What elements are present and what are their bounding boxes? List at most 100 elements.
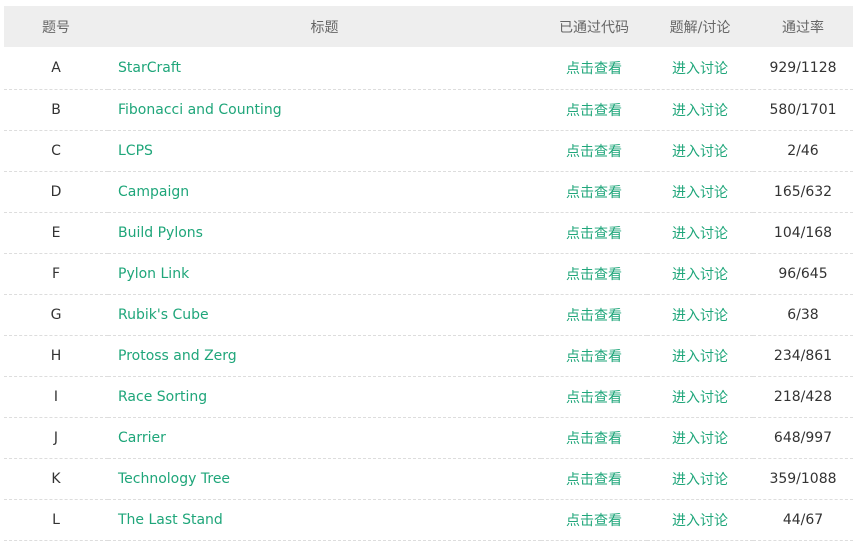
table-row: K Technology Tree 点击查看 进入讨论 359/1088 [4,458,853,499]
pass-rate: 6/38 [787,306,819,323]
discussion-cell: 进入讨论 [647,376,753,417]
problem-id: C [51,142,61,159]
problem-title-link[interactable]: LCPS [118,143,153,159]
table-row: B Fibonacci and Counting 点击查看 进入讨论 580/1701 [4,89,853,130]
problem-id: L [52,511,60,528]
pass-rate: 104/168 [773,224,833,241]
table-row: L The Last Stand 点击查看 进入讨论 44/67 [4,499,853,540]
problem-title-link[interactable]: Technology Tree [118,471,230,487]
problem-id: B [51,101,61,118]
view-code-link[interactable]: 点击查看 [566,472,622,488]
pass-rate: 929/1128 [769,59,837,76]
enter-discussion-link[interactable]: 进入讨论 [672,472,728,488]
problem-title-link[interactable]: StarCraft [118,60,181,76]
view-code-link[interactable]: 点击查看 [566,308,622,324]
problem-title-cell: The Last Stand [108,499,541,540]
problem-id: J [53,429,59,446]
problem-list: 题号 标题 已通过代码 题解/讨论 通过率 A StarCraft 点击查看 进入讨论… [4,6,853,541]
enter-discussion-link[interactable]: 进入讨论 [672,185,728,201]
accepted-code-cell: 点击查看 [541,89,647,130]
discussion-cell: 进入讨论 [647,458,753,499]
accepted-code-cell: 点击查看 [541,417,647,458]
discussion-cell: 进入讨论 [647,212,753,253]
table-row: I Race Sorting 点击查看 进入讨论 218/428 [4,376,853,417]
pass-rate: 96/645 [778,265,828,282]
problem-title-link[interactable]: The Last Stand [118,512,223,528]
accepted-code-cell: 点击查看 [541,499,647,540]
accepted-code-cell: 点击查看 [541,335,647,376]
problem-title-cell: Race Sorting [108,376,541,417]
pass-rate: 648/997 [773,429,833,446]
problem-title-cell: Pylon Link [108,253,541,294]
problem-title-cell: Carrier [108,417,541,458]
enter-discussion-link[interactable]: 进入讨论 [672,267,728,283]
discussion-cell: 进入讨论 [647,89,753,130]
problem-title-cell: Technology Tree [108,458,541,499]
enter-discussion-link[interactable]: 进入讨论 [672,144,728,160]
table-row: E Build Pylons 点击查看 进入讨论 104/168 [4,212,853,253]
table-header: 题号 标题 已通过代码 题解/讨论 通过率 [4,6,853,47]
problem-title-link[interactable]: Campaign [118,184,189,200]
view-code-link[interactable]: 点击查看 [566,103,622,119]
enter-discussion-link[interactable]: 进入讨论 [672,61,728,77]
view-code-link[interactable]: 点击查看 [566,513,622,529]
discussion-cell: 进入讨论 [647,417,753,458]
accepted-code-cell: 点击查看 [541,171,647,212]
view-code-link[interactable]: 点击查看 [566,226,622,242]
problem-title-cell: Protoss and Zerg [108,335,541,376]
view-code-link[interactable]: 点击查看 [566,267,622,283]
problem-id: H [50,347,62,364]
problem-title-cell: LCPS [108,130,541,171]
view-code-link[interactable]: 点击查看 [566,144,622,160]
enter-discussion-link[interactable]: 进入讨论 [672,513,728,529]
header-id: 题号 [42,19,70,36]
accepted-code-cell: 点击查看 [541,130,647,171]
accepted-code-cell: 点击查看 [541,458,647,499]
view-code-link[interactable]: 点击查看 [566,61,622,77]
table-row: D Campaign 点击查看 进入讨论 165/632 [4,171,853,212]
problem-id: I [53,388,59,405]
problem-title-link[interactable]: Pylon Link [118,266,189,282]
pass-rate: 165/632 [773,183,833,200]
accepted-code-cell: 点击查看 [541,47,647,89]
enter-discussion-link[interactable]: 进入讨论 [672,308,728,324]
pass-rate: 359/1088 [769,470,837,487]
view-code-link[interactable]: 点击查看 [566,349,622,365]
enter-discussion-link[interactable]: 进入讨论 [672,349,728,365]
table-row: F Pylon Link 点击查看 进入讨论 96/645 [4,253,853,294]
pass-rate: 234/861 [773,347,833,364]
accepted-code-cell: 点击查看 [541,212,647,253]
accepted-code-cell: 点击查看 [541,253,647,294]
view-code-link[interactable]: 点击查看 [566,390,622,406]
problem-title-cell: Campaign [108,171,541,212]
problem-table: 题号 标题 已通过代码 题解/讨论 通过率 A StarCraft 点击查看 进入讨论… [4,6,853,541]
enter-discussion-link[interactable]: 进入讨论 [672,103,728,119]
problem-title-link[interactable]: Carrier [118,430,166,446]
view-code-link[interactable]: 点击查看 [566,431,622,447]
problem-title-link[interactable]: Fibonacci and Counting [118,102,282,118]
discussion-cell: 进入讨论 [647,335,753,376]
problem-title-link[interactable]: Build Pylons [118,225,203,241]
header-title: 标题 [310,19,339,36]
table-body: A StarCraft 点击查看 进入讨论 929/1128 B Fibonacci and… [4,47,853,540]
view-code-link[interactable]: 点击查看 [566,185,622,201]
problem-id: A [51,59,61,76]
discussion-cell: 进入讨论 [647,130,753,171]
table-row: H Protoss and Zerg 点击查看 进入讨论 234/861 [4,335,853,376]
header-discussion: 题解/讨论 [669,19,731,36]
problem-title-link[interactable]: Protoss and Zerg [118,348,237,364]
problem-title-cell: Fibonacci and Counting [108,89,541,130]
table-row: C LCPS 点击查看 进入讨论 2/46 [4,130,853,171]
problem-id: F [51,265,61,282]
discussion-cell: 进入讨论 [647,47,753,89]
table-row: J Carrier 点击查看 进入讨论 648/997 [4,417,853,458]
problem-title-cell: Build Pylons [108,212,541,253]
pass-rate: 580/1701 [769,101,837,118]
table-row: A StarCraft 点击查看 进入讨论 929/1128 [4,47,853,89]
problem-id: K [51,470,61,487]
problem-title-link[interactable]: Race Sorting [118,389,207,405]
enter-discussion-link[interactable]: 进入讨论 [672,226,728,242]
problem-title-link[interactable]: Rubik's Cube [118,307,209,323]
enter-discussion-link[interactable]: 进入讨论 [672,390,728,406]
enter-discussion-link[interactable]: 进入讨论 [672,431,728,447]
